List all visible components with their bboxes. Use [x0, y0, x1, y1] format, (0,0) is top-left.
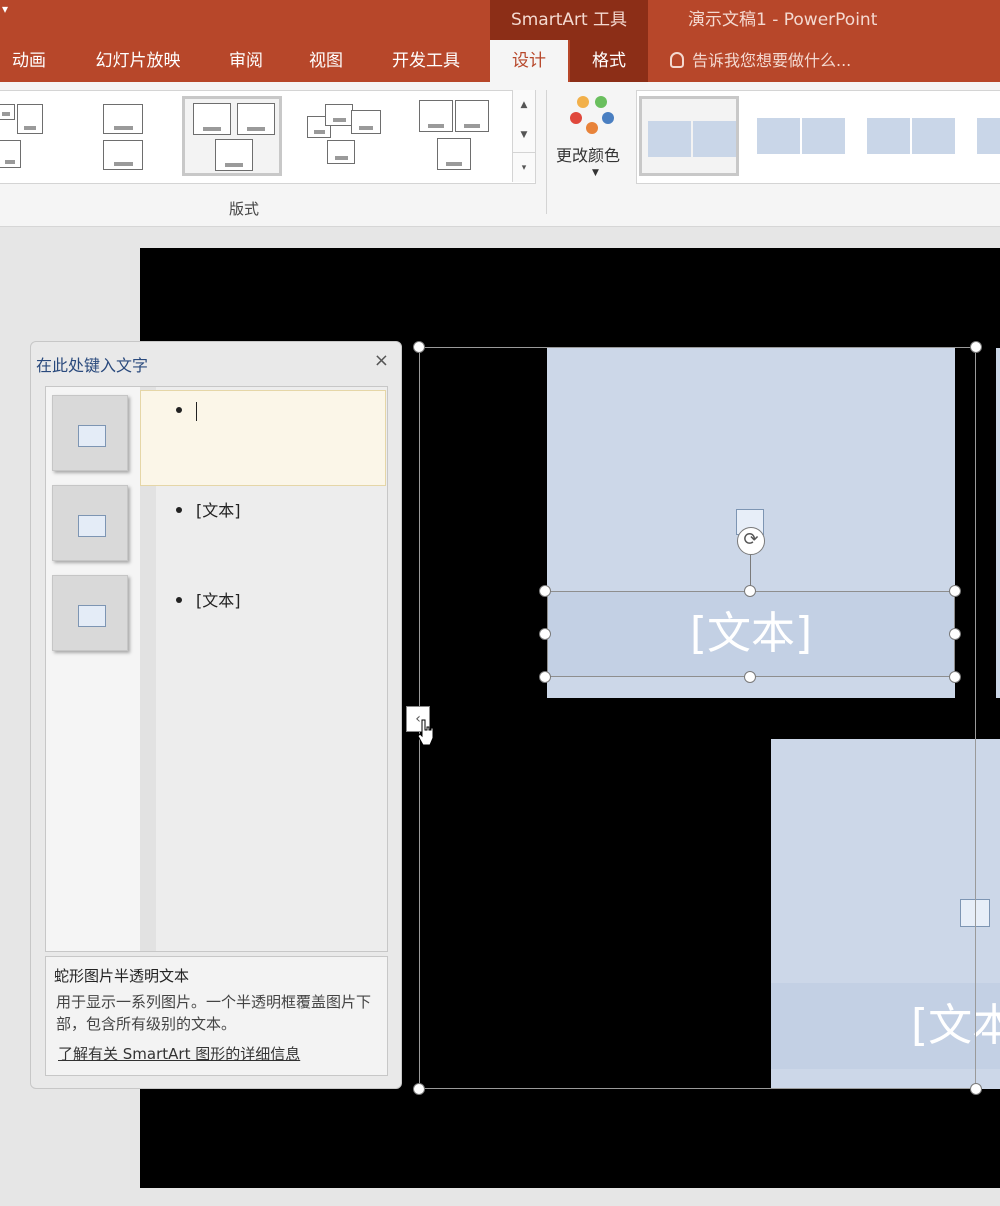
hand-cursor-icon [417, 719, 434, 746]
layout-description: 蛇形图片半透明文本 用于显示一系列图片。一个半透明框覆盖图片下部，包含所有级别的… [45, 956, 388, 1076]
tab-view[interactable]: 视图 [298, 40, 354, 82]
smartart-text-pane: 在此处键入文字 × [文本] [文本] 蛇形图片半透明文本 用于显示一系列图片。… [30, 341, 402, 1089]
resize-handle[interactable] [539, 585, 551, 597]
layout-option[interactable] [293, 96, 393, 176]
bullet-item[interactable]: [文本] [176, 497, 241, 521]
close-icon[interactable]: × [374, 350, 389, 371]
scroll-up-icon[interactable]: ▲ [513, 90, 535, 120]
text-pane-body: [文本] [文本] [45, 386, 388, 952]
scroll-down-icon[interactable]: ▼ [513, 120, 535, 150]
tell-me-box[interactable]: 告诉我您想要做什么... [670, 40, 851, 82]
picture-icon [78, 515, 106, 537]
layout-option-selected[interactable] [182, 96, 282, 176]
resize-handle[interactable] [744, 671, 756, 683]
change-colors-label: 更改颜色 [556, 146, 621, 165]
layouts-group-label: 版式 [229, 200, 260, 218]
palette-dot [586, 122, 598, 134]
layout-option[interactable] [0, 96, 43, 176]
quick-access-dropdown-icon[interactable]: ▾ [2, 2, 8, 16]
style-option[interactable] [859, 96, 959, 176]
text-cursor [196, 402, 197, 421]
smartart-tools-context-label: SmartArt 工具 [490, 0, 648, 40]
resize-handle[interactable] [744, 585, 756, 597]
bullet-item[interactable] [176, 401, 196, 420]
tab-review[interactable]: 审阅 [218, 40, 274, 82]
learn-more-link[interactable]: 了解有关 SmartArt 图形的详细信息 [58, 1043, 300, 1064]
ribbon-tab-row: 动画 幻灯片放映 审阅 视图 开发工具 设计 格式 告诉我您想要做什么... [0, 40, 1000, 82]
tab-slideshow[interactable]: 幻灯片放映 [82, 40, 194, 82]
layout-description-text: 用于显示一系列图片。一个半透明框覆盖图片下部，包含所有级别的文本。 [56, 993, 372, 1033]
smartart-frame[interactable] [419, 347, 976, 1089]
layouts-gallery-scrollbar[interactable]: ▲ ▼ ▾ [512, 90, 535, 182]
palette-dot [570, 112, 582, 124]
tab-animations[interactable]: 动画 [0, 40, 58, 82]
layouts-gallery [0, 90, 536, 184]
group-separator [546, 90, 547, 214]
resize-handle[interactable] [413, 1083, 425, 1095]
style-option[interactable] [969, 96, 1000, 176]
resize-handle[interactable] [539, 628, 551, 640]
bullet-item[interactable]: [文本] [176, 587, 241, 611]
resize-handle[interactable] [413, 341, 425, 353]
picture-thumbnail[interactable] [52, 395, 128, 471]
layout-option[interactable] [403, 96, 503, 176]
layout-name: 蛇形图片半透明文本 [54, 967, 190, 985]
resize-handle[interactable] [949, 671, 961, 683]
text-pane-title: 在此处键入文字 [36, 356, 149, 375]
resize-handle[interactable] [970, 1083, 982, 1095]
style-option[interactable] [749, 96, 849, 176]
picture-thumbnail[interactable] [52, 575, 128, 651]
gallery-more-icon[interactable]: ▾ [513, 152, 535, 183]
resize-handle[interactable] [539, 671, 551, 683]
tab-design[interactable]: 设计 [490, 40, 568, 82]
style-option-selected[interactable] [639, 96, 739, 176]
lightbulb-icon [670, 52, 684, 68]
resize-handle[interactable] [949, 628, 961, 640]
layout-option[interactable] [73, 96, 173, 176]
palette-dot [595, 96, 607, 108]
smartart-styles-gallery [636, 90, 1000, 184]
picture-icon [78, 605, 106, 627]
palette-dot [602, 112, 614, 124]
tab-developer[interactable]: 开发工具 [378, 40, 474, 82]
smartart-picture-shape-edge [996, 348, 1000, 698]
palette-dot [577, 96, 589, 108]
resize-handle[interactable] [949, 585, 961, 597]
document-title: 演示文稿1 - PowerPoint [688, 10, 878, 30]
tell-me-text: 告诉我您想要做什么... [692, 51, 852, 70]
picture-thumbnail[interactable] [52, 485, 128, 561]
tab-format[interactable]: 格式 [570, 40, 648, 82]
change-colors-button[interactable]: 更改颜色 ▼ [552, 90, 634, 190]
dropdown-caret-icon: ▼ [592, 168, 599, 178]
picture-icon [78, 425, 106, 447]
resize-handle[interactable] [970, 341, 982, 353]
